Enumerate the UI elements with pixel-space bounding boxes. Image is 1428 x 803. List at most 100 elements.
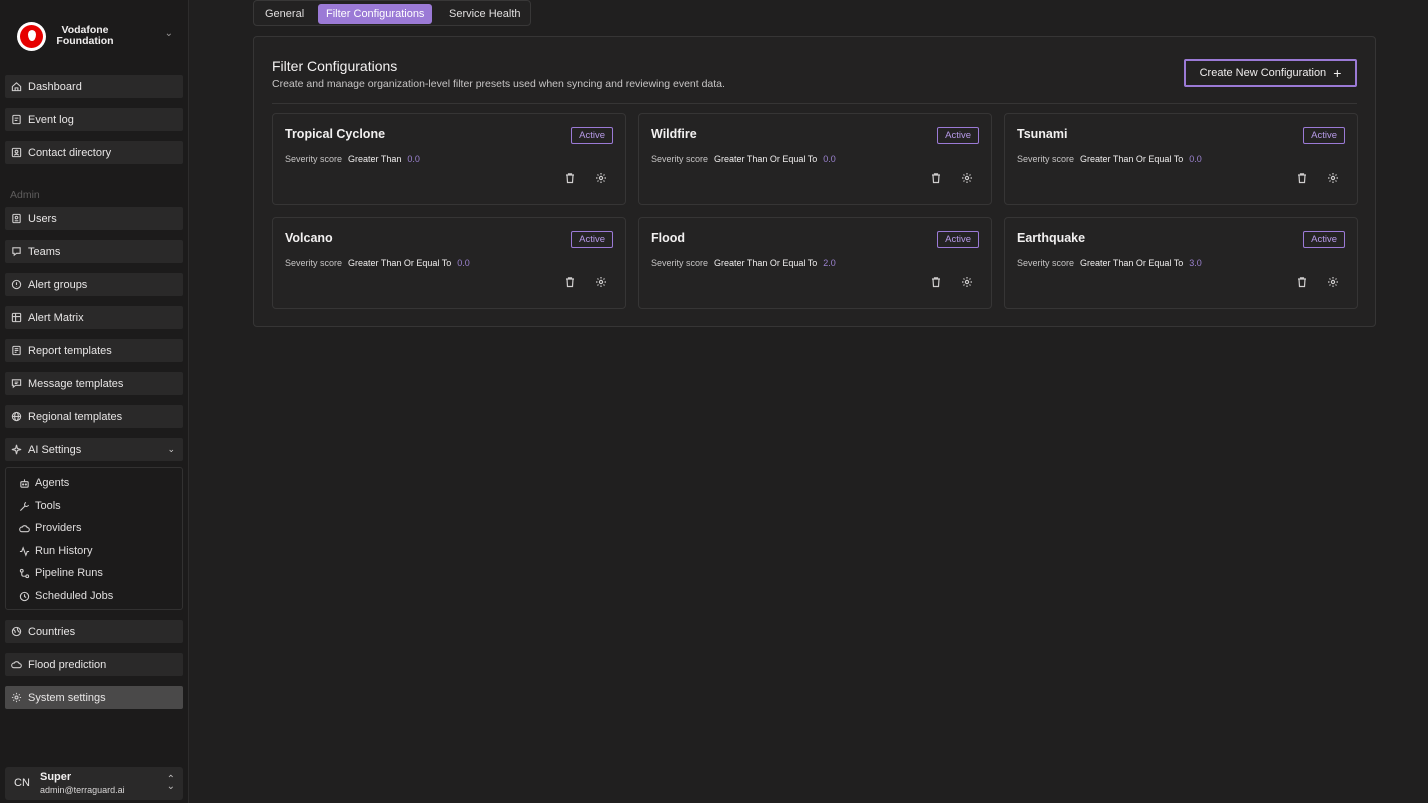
trash-icon[interactable] bbox=[929, 275, 943, 289]
sub-item-tools[interactable]: Tools bbox=[18, 498, 61, 514]
nav-item-alert-groups[interactable]: Alert groups bbox=[5, 273, 183, 296]
config-rule: Severity score Greater Than Or Equal To … bbox=[1017, 258, 1202, 268]
nav-item-teams[interactable]: Teams bbox=[5, 240, 183, 263]
contact-directory-icon bbox=[10, 147, 22, 159]
create-button-label: Create New Configuration bbox=[1199, 67, 1327, 79]
nav-label: Dashboard bbox=[28, 80, 82, 93]
gear-icon[interactable] bbox=[594, 275, 608, 289]
user-email: admin@terraguard.ai bbox=[40, 785, 125, 795]
config-card-tsunami: Tsunami Active Severity score Greater Th… bbox=[1004, 113, 1358, 205]
trash-icon[interactable] bbox=[1295, 275, 1309, 289]
tab-general[interactable]: General bbox=[257, 4, 312, 24]
alert-groups-icon bbox=[10, 279, 22, 291]
chevron-down-icon[interactable]: ⌄ bbox=[167, 444, 175, 455]
nav-item-ai-settings[interactable]: AI Settings ⌄ bbox=[5, 438, 183, 461]
page-title: Filter Configurations bbox=[272, 58, 398, 74]
trash-icon[interactable] bbox=[929, 171, 943, 185]
avatar: CN bbox=[14, 777, 30, 789]
nav-item-system-settings[interactable]: System settings bbox=[5, 686, 183, 709]
config-card-wildfire: Wildfire Active Severity score Greater T… bbox=[638, 113, 992, 205]
sub-item-providers[interactable]: Providers bbox=[18, 520, 81, 536]
nav-item-dashboard[interactable]: Dashboard bbox=[5, 75, 183, 98]
gear-icon[interactable] bbox=[1326, 171, 1340, 185]
trash-icon[interactable] bbox=[563, 171, 577, 185]
settings-tabs: General Filter Configurations Service He… bbox=[253, 0, 531, 26]
nav-item-alert-matrix[interactable]: Alert Matrix bbox=[5, 306, 183, 329]
rule-field: Severity score bbox=[285, 258, 343, 268]
cloud-icon bbox=[10, 659, 22, 671]
org-switcher[interactable]: Vodafone Foundation ⌄ bbox=[0, 14, 189, 58]
rule-operator: Greater Than Or Equal To bbox=[348, 258, 452, 268]
sub-item-run-history[interactable]: Run History bbox=[18, 543, 92, 559]
nav-item-flood-prediction[interactable]: Flood prediction bbox=[5, 653, 183, 676]
sub-item-label: Tools bbox=[35, 500, 61, 512]
nav-item-report-templates[interactable]: Report templates bbox=[5, 339, 183, 362]
nav-item-contact-directory[interactable]: Contact directory bbox=[5, 141, 183, 164]
tab-service-health[interactable]: Service Health bbox=[441, 4, 529, 24]
trash-icon[interactable] bbox=[1295, 171, 1309, 185]
nav-item-event-log[interactable]: Event log bbox=[5, 108, 183, 131]
sub-item-pipeline-runs[interactable]: Pipeline Runs bbox=[18, 565, 103, 581]
rule-field: Severity score bbox=[651, 258, 709, 268]
config-title: Volcano bbox=[285, 231, 333, 245]
rule-operator: Greater Than Or Equal To bbox=[1080, 154, 1184, 164]
config-card-volcano: Volcano Active Severity score Greater Th… bbox=[272, 217, 626, 309]
create-configuration-button[interactable]: Create New Configuration + bbox=[1184, 59, 1357, 87]
rule-value: 0.0 bbox=[457, 258, 470, 268]
gear-icon[interactable] bbox=[960, 275, 974, 289]
rule-value: 3.0 bbox=[1189, 258, 1202, 268]
rule-value: 2.0 bbox=[823, 258, 836, 268]
globe-icon bbox=[10, 626, 22, 638]
user-menu[interactable]: CN Super admin@terraguard.ai ⌃ ⌄ bbox=[5, 767, 183, 800]
rule-operator: Greater Than Or Equal To bbox=[714, 258, 818, 268]
nav-label: Flood prediction bbox=[28, 658, 107, 671]
nav-item-message-templates[interactable]: Message templates bbox=[5, 372, 183, 395]
rule-value: 0.0 bbox=[823, 154, 836, 164]
status-badge: Active bbox=[1303, 231, 1345, 248]
sub-item-scheduled-jobs[interactable]: Scheduled Jobs bbox=[18, 588, 113, 604]
nav-label: Countries bbox=[28, 625, 76, 638]
rule-field: Severity score bbox=[1017, 154, 1075, 164]
config-rule: Severity score Greater Than Or Equal To … bbox=[285, 258, 470, 268]
status-badge: Active bbox=[937, 231, 979, 248]
rule-field: Severity score bbox=[285, 154, 343, 164]
sub-item-label: Agents bbox=[35, 477, 70, 489]
nav-item-users[interactable]: Users bbox=[5, 207, 183, 230]
nav-label: Users bbox=[28, 212, 57, 225]
sub-item-agents[interactable]: Agents bbox=[18, 475, 69, 491]
sub-item-label: Pipeline Runs bbox=[35, 567, 103, 579]
gear-icon[interactable] bbox=[1326, 275, 1340, 289]
nav-label: AI Settings bbox=[28, 443, 82, 456]
ai-sparkle-icon bbox=[10, 444, 22, 456]
sub-item-label: Scheduled Jobs bbox=[35, 590, 114, 602]
chevron-up-down-icon[interactable]: ⌃ ⌄ bbox=[167, 775, 175, 792]
rule-operator: Greater Than Or Equal To bbox=[1080, 258, 1184, 268]
robot-icon bbox=[18, 477, 30, 489]
config-title: Tropical Cyclone bbox=[285, 127, 386, 141]
rule-value: 0.0 bbox=[1189, 154, 1202, 164]
nav-label: System settings bbox=[28, 691, 106, 704]
org-name: Vodafone Foundation bbox=[56, 24, 114, 47]
config-title: Earthquake bbox=[1017, 231, 1086, 245]
nav-item-countries[interactable]: Countries bbox=[5, 620, 183, 643]
gear-icon[interactable] bbox=[594, 171, 608, 185]
status-badge: Active bbox=[937, 127, 979, 144]
wrench-icon bbox=[18, 500, 30, 512]
gear-icon[interactable] bbox=[960, 171, 974, 185]
tab-filter-configurations[interactable]: Filter Configurations bbox=[318, 4, 433, 24]
nav-label: Report templates bbox=[28, 344, 112, 357]
plus-icon: + bbox=[1333, 65, 1342, 81]
message-templates-icon bbox=[10, 378, 22, 390]
globe-icon bbox=[10, 411, 22, 423]
nav-item-regional-templates[interactable]: Regional templates bbox=[5, 405, 183, 428]
config-title: Wildfire bbox=[651, 127, 697, 141]
nav-label: Alert groups bbox=[28, 278, 88, 291]
clock-icon bbox=[18, 590, 30, 602]
sub-item-label: Providers bbox=[35, 522, 82, 534]
config-card-tropical-cyclone: Tropical Cyclone Active Severity score G… bbox=[272, 113, 626, 205]
trash-icon[interactable] bbox=[563, 275, 577, 289]
alert-matrix-icon bbox=[10, 312, 22, 324]
config-rule: Severity score Greater Than 0.0 bbox=[285, 154, 420, 164]
nav-label: Regional templates bbox=[28, 410, 123, 423]
chevron-down-icon[interactable]: ⌄ bbox=[165, 28, 173, 39]
